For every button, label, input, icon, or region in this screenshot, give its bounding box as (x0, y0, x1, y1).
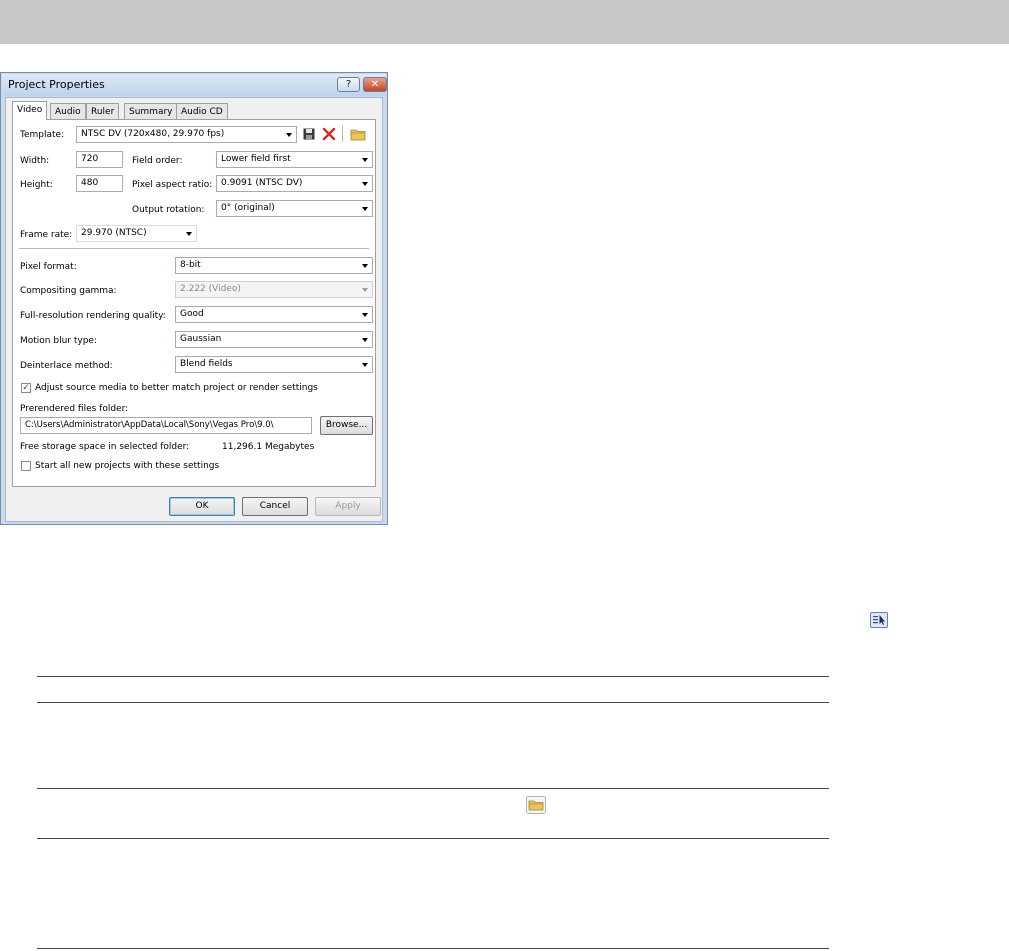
height-label: Height: (20, 180, 53, 190)
width-value: 720 (81, 154, 99, 164)
apply-button: Apply (315, 497, 381, 516)
adjust-source-checkbox[interactable]: ✓ (21, 383, 31, 393)
delete-icon[interactable] (322, 127, 336, 141)
start-all-checkbox[interactable] (21, 461, 31, 471)
table-rule (37, 838, 829, 839)
pixel-aspect-value: 0.9091 (NTSC DV) (221, 178, 303, 188)
height-value: 480 (81, 178, 99, 188)
template-value: NTSC DV (720x480, 29.970 fps) (81, 129, 225, 139)
rendering-quality-value: Good (180, 309, 204, 319)
free-space-value: 11,296.1 Megabytes (222, 442, 315, 452)
prerendered-path-input[interactable]: C:\Users\Administrator\AppData\Local\Son… (20, 417, 312, 434)
folder-icon[interactable] (350, 127, 366, 141)
project-properties-dialog: Project Properties ? ✕ Video Audio Ruler… (0, 72, 388, 525)
height-input[interactable]: 480 (76, 175, 123, 192)
chevron-down-icon (362, 158, 368, 162)
rendering-quality-label: Full-resolution rendering quality: (20, 311, 166, 321)
dialog-title-bar[interactable]: Project Properties ? ✕ (2, 74, 387, 96)
tab-audio[interactable]: Audio (50, 103, 86, 119)
width-input[interactable]: 720 (76, 151, 123, 168)
video-tab-panel: Template: NTSC DV (720x480, 29.970 fps) … (12, 119, 376, 487)
top-gray-band (0, 0, 1009, 44)
chevron-down-icon (362, 207, 368, 211)
table-rule (37, 702, 829, 703)
deinterlace-label: Deinterlace method: (20, 361, 113, 371)
tab-video[interactable]: Video (12, 101, 48, 120)
chevron-down-icon (362, 288, 368, 292)
browse-button[interactable]: Browse... (320, 416, 373, 435)
chevron-down-icon (362, 338, 368, 342)
compositing-gamma-dropdown: 2.222 (Video) (175, 281, 373, 298)
pixel-aspect-label: Pixel aspect ratio: (132, 180, 213, 190)
tab-audio-cd[interactable]: Audio CD (176, 103, 228, 119)
chevron-down-icon (362, 182, 368, 186)
output-rotation-value: 0° (original) (221, 203, 275, 213)
free-space-label: Free storage space in selected folder: (20, 442, 190, 452)
dialog-title: Project Properties (8, 78, 105, 91)
width-label: Width: (20, 156, 50, 166)
dialog-body: Video Audio Ruler Summary Audio CD Templ… (5, 97, 383, 522)
compositing-gamma-label: Compositing gamma: (20, 286, 117, 296)
pixel-format-dropdown[interactable]: 8-bit (175, 257, 373, 274)
output-rotation-dropdown[interactable]: 0° (original) (216, 200, 373, 217)
chevron-down-icon (362, 313, 368, 317)
motion-blur-label: Motion blur type: (20, 336, 97, 346)
table-rule (37, 948, 829, 949)
start-all-label: Start all new projects with these settin… (35, 461, 220, 471)
folder-icon (526, 796, 546, 814)
pixel-format-value: 8-bit (180, 260, 201, 270)
deinterlace-dropdown[interactable]: Blend fields (175, 356, 373, 373)
chevron-down-icon (362, 363, 368, 367)
prerendered-label: Prerendered files folder: (20, 404, 129, 414)
frame-rate-value: 29.970 (NTSC) (81, 228, 147, 238)
prerendered-path-value: C:\Users\Administrator\AppData\Local\Son… (25, 420, 274, 430)
chevron-down-icon (362, 264, 368, 268)
pixel-aspect-dropdown[interactable]: 0.9091 (NTSC DV) (216, 175, 373, 192)
save-icon[interactable] (302, 127, 316, 141)
tab-summary[interactable]: Summary (124, 103, 178, 119)
help-button[interactable]: ? (337, 77, 360, 92)
close-button[interactable]: ✕ (363, 77, 387, 92)
select-pointer-icon (870, 612, 888, 628)
ok-button[interactable]: OK (169, 497, 235, 516)
motion-blur-value: Gaussian (180, 334, 222, 344)
section-divider (19, 248, 369, 249)
table-rule (37, 676, 829, 677)
adjust-source-label: Adjust source media to better match proj… (35, 383, 318, 393)
chevron-down-icon (186, 232, 192, 236)
template-dropdown[interactable]: NTSC DV (720x480, 29.970 fps) (76, 126, 297, 143)
toolbar-divider (342, 126, 343, 142)
pixel-format-label: Pixel format: (20, 262, 77, 272)
tab-ruler[interactable]: Ruler (86, 103, 120, 119)
field-order-label: Field order: (132, 156, 183, 166)
frame-rate-dropdown[interactable]: 29.970 (NTSC) (76, 225, 197, 242)
template-label: Template: (20, 130, 65, 140)
field-order-value: Lower field first (221, 154, 291, 164)
frame-rate-label: Frame rate: (20, 230, 73, 240)
chevron-down-icon (286, 133, 292, 137)
table-rule (37, 788, 829, 789)
output-rotation-label: Output rotation: (132, 205, 205, 215)
field-order-dropdown[interactable]: Lower field first (216, 151, 373, 168)
deinterlace-value: Blend fields (180, 359, 233, 369)
compositing-gamma-value: 2.222 (Video) (180, 284, 241, 294)
rendering-quality-dropdown[interactable]: Good (175, 306, 373, 323)
cancel-button[interactable]: Cancel (242, 497, 308, 516)
motion-blur-dropdown[interactable]: Gaussian (175, 331, 373, 348)
